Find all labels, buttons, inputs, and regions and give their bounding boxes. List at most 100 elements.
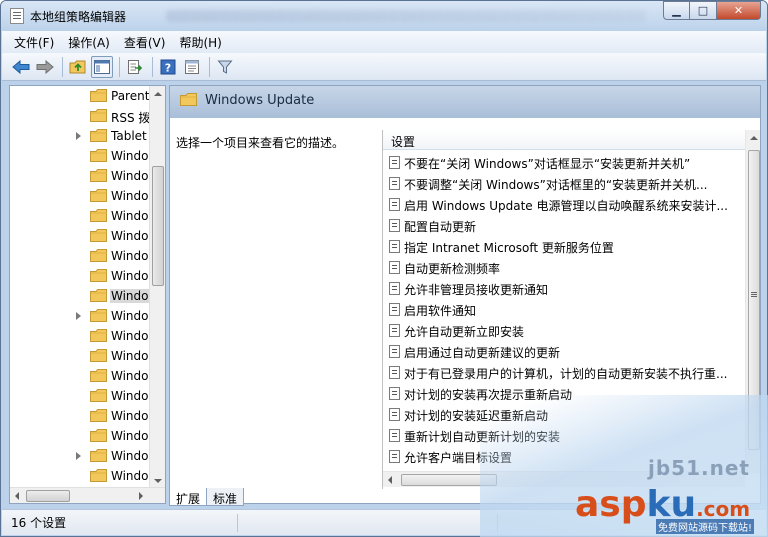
setting-row[interactable]: 启用软件通知 xyxy=(383,299,745,320)
up-one-level-button[interactable] xyxy=(67,56,89,78)
setting-row[interactable]: 不要调整“关闭 Windows”对话框里的“安装更新并关机... xyxy=(383,173,745,194)
tree-item[interactable]: Windo xyxy=(10,446,150,466)
title-bar: 本地组策略编辑器 ▁ □ ✕ xyxy=(1,1,767,31)
setting-row[interactable]: 启用通过自动更新建议的更新 xyxy=(383,341,745,362)
setting-row[interactable]: 允许非管理员接收更新通知 xyxy=(383,278,745,299)
menu-action[interactable]: 操作(A) xyxy=(61,34,117,51)
tree-item[interactable]: Windo xyxy=(10,306,150,326)
tree-item[interactable]: Windo xyxy=(10,286,150,306)
tab-standard[interactable]: 标准 xyxy=(206,488,245,506)
tab-extended[interactable]: 扩展 xyxy=(169,488,208,506)
setting-label: 不要调整“关闭 Windows”对话框里的“安装更新并关机... xyxy=(404,178,708,192)
expand-arrow-icon[interactable] xyxy=(76,452,81,460)
scroll-up-icon[interactable] xyxy=(750,136,758,140)
folder-icon xyxy=(90,169,107,182)
tree-item[interactable]: Windo xyxy=(10,246,150,266)
export-list-button[interactable] xyxy=(124,56,146,78)
minimize-button[interactable]: ▁ xyxy=(663,1,690,20)
expand-arrow-icon[interactable] xyxy=(76,312,81,320)
scroll-left-icon[interactable] xyxy=(388,476,392,484)
scroll-thumb[interactable] xyxy=(26,490,70,502)
export-list-icon xyxy=(128,59,143,74)
tree-item[interactable]: Windo xyxy=(10,406,150,426)
scroll-thumb[interactable] xyxy=(748,150,760,450)
folder-icon xyxy=(90,309,107,322)
scroll-left-icon[interactable] xyxy=(15,492,19,500)
tree-item[interactable]: Windo xyxy=(10,186,150,206)
properties-button[interactable] xyxy=(181,56,203,78)
watermark-subtitle: 免费网站源码下载站! xyxy=(656,519,755,534)
setting-label: 配置自动更新 xyxy=(404,220,477,234)
setting-row[interactable]: 不要在“关闭 Windows”对话框显示“安装更新并关机” xyxy=(383,152,745,173)
tree-item[interactable]: Windo xyxy=(10,386,150,406)
menu-help[interactable]: 帮助(H) xyxy=(172,34,228,51)
tree-item[interactable]: Tablet xyxy=(10,126,150,146)
setting-row[interactable]: 对计划的安装延迟重新启动 xyxy=(383,404,745,425)
properties-icon xyxy=(185,59,199,74)
menu-view[interactable]: 查看(V) xyxy=(117,34,173,51)
setting-row[interactable]: 对于有已登录用户的计算机，计划的自动更新安装不执行重... xyxy=(383,362,745,383)
expand-arrow-icon[interactable] xyxy=(76,132,81,140)
tree-item[interactable]: Windo xyxy=(10,166,150,186)
tree-item[interactable]: Windo xyxy=(10,326,150,346)
tree-pane[interactable]: Parent RSS 拨 Tablet Windo Windo Windo Windo Win… xyxy=(9,85,166,504)
back-button[interactable] xyxy=(10,56,32,78)
tree-item-label: Windo xyxy=(111,449,149,463)
setting-row[interactable]: 启用 Windows Update 电源管理以自动唤醒系统来安装计... xyxy=(383,194,745,215)
policy-setting-icon xyxy=(389,450,400,463)
tree-horizontal-scrollbar[interactable] xyxy=(10,487,165,503)
tree-item-label: Windo xyxy=(110,289,150,303)
scroll-right-icon[interactable] xyxy=(139,492,143,500)
tree-vertical-scrollbar[interactable] xyxy=(149,86,165,489)
maximize-button[interactable]: □ xyxy=(690,1,717,20)
show-hide-tree-button[interactable] xyxy=(91,55,113,78)
menu-file[interactable]: 文件(F) xyxy=(7,34,61,51)
setting-label: 允许自动更新立即安装 xyxy=(404,325,525,339)
setting-row[interactable]: 指定 Intranet Microsoft 更新服务位置 xyxy=(383,236,745,257)
policy-setting-icon xyxy=(389,240,400,253)
settings-vertical-scrollbar[interactable] xyxy=(745,130,760,473)
setting-row[interactable]: 对计划的安装再次提示重新启动 xyxy=(383,383,745,404)
toolbar-separator xyxy=(62,56,63,77)
column-header-label: 设置 xyxy=(391,135,416,149)
filter-button[interactable] xyxy=(214,56,236,78)
close-button[interactable]: ✕ xyxy=(717,1,761,20)
description-text: 选择一个项目来查看它的描述。 xyxy=(176,136,345,150)
scroll-thumb[interactable] xyxy=(152,166,164,286)
folder-icon xyxy=(90,229,107,242)
tree-item[interactable]: Windo xyxy=(10,226,150,246)
setting-row[interactable]: 允许自动更新立即安装 xyxy=(383,320,745,341)
setting-row[interactable]: 自动更新检测频率 xyxy=(383,257,745,278)
tree-item[interactable]: Windo xyxy=(10,426,150,446)
tree-item[interactable]: Windo xyxy=(10,206,150,226)
scroll-up-icon[interactable] xyxy=(154,92,162,96)
help-button[interactable]: ? xyxy=(157,56,179,78)
setting-label: 不要在“关闭 Windows”对话框显示“安装更新并关机” xyxy=(404,157,691,171)
folder-icon xyxy=(90,269,107,282)
setting-label: 重新计划自动更新计划的安装 xyxy=(404,430,561,444)
setting-label: 对计划的安装延迟重新启动 xyxy=(404,409,549,423)
status-text: 16 个设置 xyxy=(11,516,67,530)
folder-icon xyxy=(90,329,107,342)
tree-item[interactable]: Windo xyxy=(10,366,150,386)
show-hide-tree-icon xyxy=(94,59,110,74)
setting-row[interactable]: 配置自动更新 xyxy=(383,215,745,236)
tree-item[interactable]: Windo xyxy=(10,346,150,366)
watermark-brand-part: asp xyxy=(575,484,647,525)
tree-item[interactable]: RSS 拨 xyxy=(10,106,150,126)
setting-row[interactable]: 重新计划自动更新计划的安装 xyxy=(383,425,745,446)
forward-button[interactable] xyxy=(34,56,56,78)
settings-column-header[interactable]: 设置 xyxy=(383,130,745,150)
tree-item-label: RSS 拨 xyxy=(111,111,151,125)
tree-item-label: Parent xyxy=(111,89,150,103)
tree-item[interactable]: Windo xyxy=(10,146,150,166)
scroll-down-icon[interactable] xyxy=(154,479,162,483)
tree-item[interactable]: Windo xyxy=(10,466,150,486)
scroll-thumb[interactable] xyxy=(401,474,497,486)
tree-item[interactable]: Windo xyxy=(10,266,150,286)
policy-setting-icon xyxy=(389,198,400,211)
toolbar: ? xyxy=(2,53,766,81)
tree-item[interactable]: Parent xyxy=(10,86,150,106)
folder-icon xyxy=(90,89,107,102)
forward-arrow-icon xyxy=(36,59,54,74)
